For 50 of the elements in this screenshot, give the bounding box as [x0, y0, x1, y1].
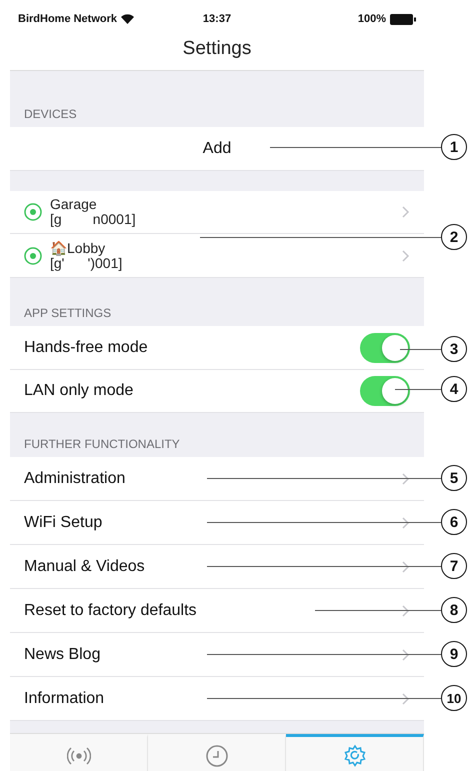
callout-number: 8: [441, 597, 467, 623]
chevron-icon: [402, 472, 410, 484]
settings-icon: [342, 744, 366, 768]
chevron-icon: [402, 206, 410, 218]
menu-item[interactable]: Manual & Videos: [24, 558, 402, 576]
status-radio-icon: [24, 203, 42, 221]
leader-line: [400, 349, 441, 350]
device-name: Garage: [50, 197, 98, 212]
chevron-icon: [402, 648, 410, 660]
menu-item[interactable]: Administration: [24, 470, 402, 488]
status-time: 13:37: [202, 13, 232, 25]
setting-label: Hands-free mode: [24, 338, 149, 356]
chevron-icon: [402, 560, 410, 572]
callout-number: 9: [441, 641, 467, 667]
callout-number: 5: [441, 465, 467, 491]
section-header: FURTHER FUNCTIONALITY: [24, 437, 180, 451]
callout-number: 10: [441, 685, 467, 711]
section-header: APP SETTINGS: [24, 306, 112, 320]
battery-icon: [390, 14, 416, 24]
menu-item[interactable]: WiFi Setup: [24, 514, 402, 532]
carrier-name: BirdHome Network: [18, 13, 118, 25]
device-id: [g n0001]: [50, 212, 137, 227]
toggle-switch[interactable]: [360, 376, 410, 406]
callout-number: 4: [441, 376, 467, 402]
chevron-icon: [402, 250, 410, 262]
menu-item[interactable]: Reset to factory defaults: [24, 602, 402, 620]
callout-number: 1: [441, 134, 467, 160]
tab-button[interactable]: [286, 734, 424, 771]
add-button[interactable]: Add: [202, 140, 232, 158]
section-header: DEVICES: [24, 107, 77, 121]
clock-icon: [204, 744, 228, 768]
battery-percent: 100%: [358, 13, 386, 25]
leader-line: [395, 389, 441, 390]
chevron-icon: [402, 692, 410, 704]
callout-number: 7: [441, 553, 467, 579]
device-name: 🏠Lobby: [50, 240, 106, 256]
menu-item[interactable]: Information: [24, 690, 402, 708]
toggle-switch[interactable]: [360, 332, 410, 362]
chevron-icon: [402, 516, 410, 528]
device-id: [g' ')001]: [50, 256, 124, 270]
page-title: Settings: [182, 38, 252, 60]
wifi-icon: [121, 14, 134, 24]
callout-number: 6: [441, 509, 467, 535]
callout-number: 2: [441, 224, 467, 250]
setting-label: LAN only mode: [24, 382, 134, 400]
status-radio-icon: [24, 246, 42, 264]
chevron-icon: [402, 604, 410, 616]
callout-number: 3: [441, 336, 467, 362]
broadcast-icon: [66, 745, 90, 767]
menu-item[interactable]: News Blog: [24, 646, 402, 664]
